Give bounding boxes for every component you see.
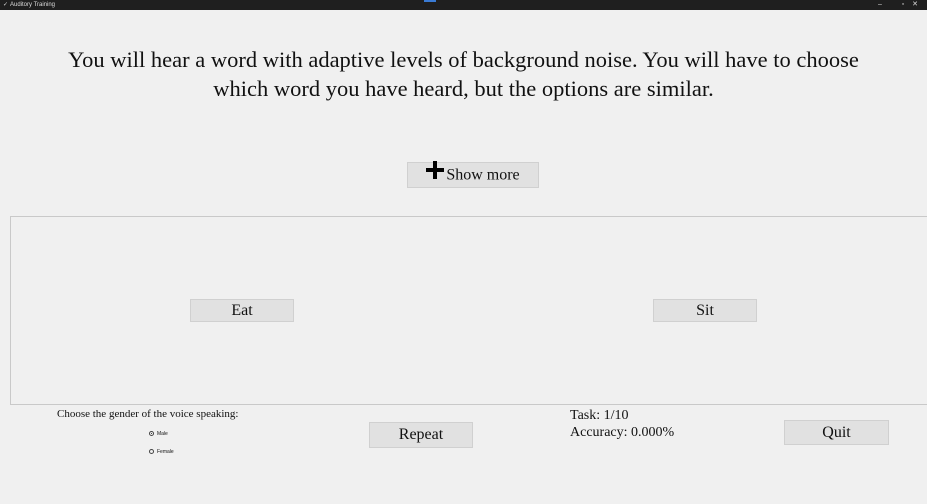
gender-male-label: Male [157,431,168,437]
window-title: Auditory Training [10,2,56,8]
repeat-button[interactable]: Repeat [369,422,473,448]
minimize-button[interactable]: – [870,0,890,10]
accuracy-readout: Accuracy: 0.000% [570,425,675,440]
radio-checked-icon[interactable] [149,431,154,437]
titlebar-accent [424,0,436,2]
title-bar: ✓ Auditory Training – ▫ ✕ [0,0,927,10]
options-panel [10,217,927,405]
plus-icon [426,161,445,187]
task-counter: Task: 1/10 [570,408,629,423]
close-button[interactable]: ✕ [905,0,925,10]
gender-label: Choose the gender of the voice speaking: [57,408,239,420]
instructions: You will hear a word with adaptive level… [0,45,927,103]
gender-female-label: Female [157,449,174,455]
quit-button[interactable]: Quit [784,420,889,445]
show-more-label: Show more [446,166,520,184]
show-more-button[interactable]: Show more [407,161,539,188]
instructions-line-1: You will hear a word with adaptive level… [68,47,859,72]
radio-unchecked-icon[interactable] [149,449,154,455]
option-button-right[interactable]: Sit [653,299,757,322]
gender-radio-female[interactable]: Female [149,449,174,455]
gender-radio-male[interactable]: Male [149,431,168,437]
feather-icon: ✓ [3,2,9,8]
option-button-left[interactable]: Eat [190,299,294,322]
instructions-line-2: which word you have heard, but the optio… [213,76,714,101]
